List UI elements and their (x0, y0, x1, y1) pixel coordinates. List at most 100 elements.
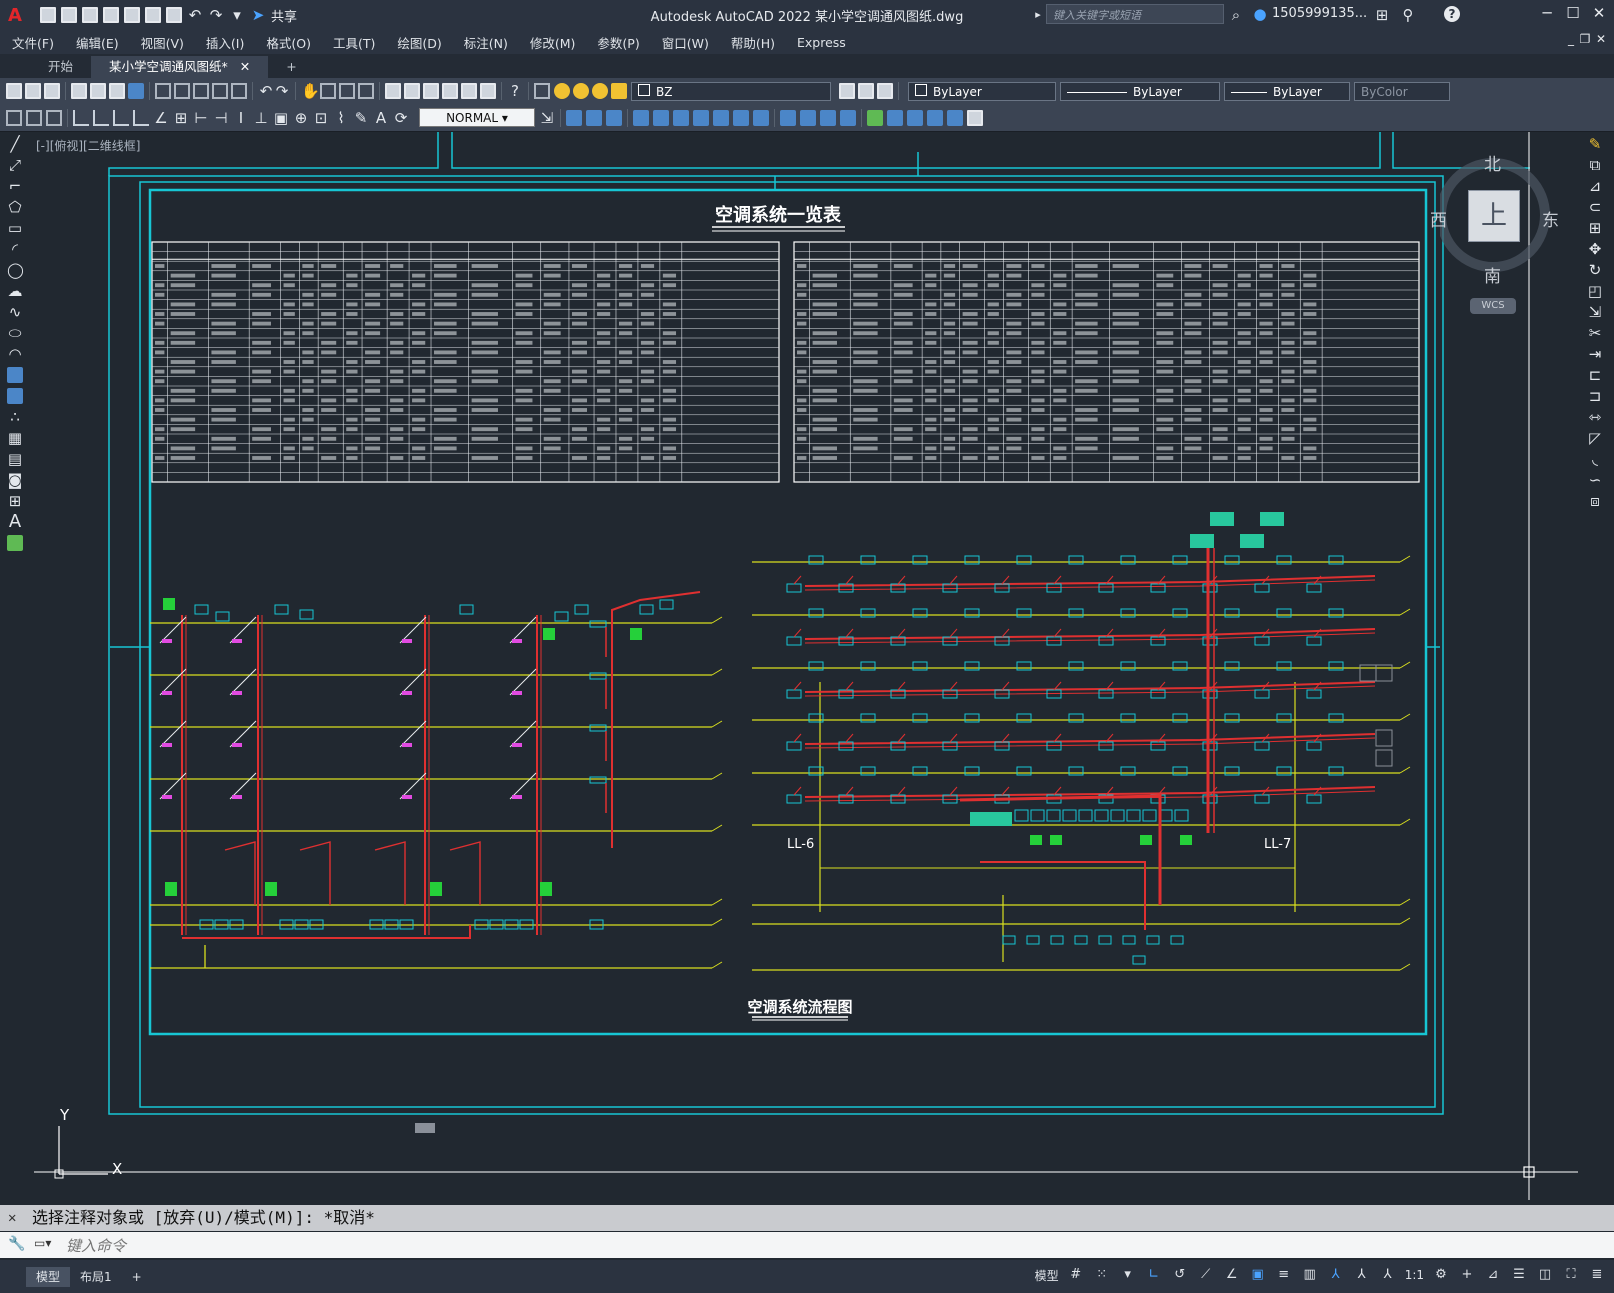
share-icon[interactable]: ➤ (250, 7, 266, 23)
tab-close-icon[interactable]: ✕ (240, 59, 250, 74)
web-mobile-icon[interactable] (124, 7, 140, 23)
minimize-button[interactable]: ─ (1536, 4, 1558, 24)
dim-angular-icon[interactable]: ∠ (153, 110, 169, 126)
explode-tool-icon[interactable]: ⧈ (1587, 493, 1603, 509)
maximize-button[interactable]: ☐ (1562, 4, 1584, 24)
save-file-icon[interactable] (44, 83, 60, 99)
close-button[interactable]: ✕ (1588, 4, 1610, 24)
share-button[interactable]: 共享 (271, 6, 297, 25)
viewcube-east[interactable]: 东 (1542, 206, 1559, 231)
plot-icon[interactable] (71, 83, 87, 99)
isodraft-icon[interactable]: ⟋ (1197, 1266, 1215, 1284)
cmd-close-icon[interactable]: ✕ (8, 1205, 16, 1231)
dim-baseline-icon[interactable]: ⊢ (193, 110, 209, 126)
auto-scale-icon[interactable]: ⅄ (1353, 1266, 1371, 1284)
layer-freeze-icon[interactable] (573, 83, 589, 99)
help-button[interactable]: ? (1444, 6, 1460, 22)
pedit-icon[interactable] (907, 109, 923, 126)
dim-diameter-icon[interactable] (133, 109, 149, 126)
blend-icon[interactable]: ∽ (1587, 472, 1603, 488)
workspace-gear-icon[interactable]: ⚙ (1432, 1266, 1450, 1284)
plot-preview-icon[interactable] (90, 83, 106, 99)
print-icon[interactable] (166, 7, 182, 23)
zoom-window-icon[interactable] (339, 83, 355, 99)
qnew-icon[interactable] (6, 83, 22, 99)
properties-icon[interactable] (385, 83, 401, 99)
annotation-visibility-icon[interactable]: ⅄ (1327, 1266, 1345, 1284)
erase-tool-icon[interactable]: ✎ (1587, 136, 1603, 152)
break-tool-icon[interactable]: ⊐ (1587, 388, 1603, 404)
chamfer-tool-icon[interactable]: ◸ (1587, 430, 1603, 446)
stretch-tool-icon[interactable]: ⇲ (1587, 304, 1603, 320)
menu-modify[interactable]: 修改(M) (530, 33, 576, 52)
command-input[interactable] (64, 1235, 1598, 1257)
tolerance-icon[interactable]: ▣ (273, 110, 289, 126)
lineweight-icon[interactable]: ≡ (1275, 1266, 1293, 1284)
wcs-menu[interactable]: WCS (1470, 298, 1516, 314)
menu-dimension[interactable]: 标注(N) (464, 33, 508, 52)
publish-web-icon[interactable] (128, 83, 144, 99)
app-logo[interactable]: A (8, 5, 32, 26)
plus-icon[interactable]: + (1458, 1266, 1476, 1284)
open-icon[interactable] (61, 7, 77, 23)
save-as-icon[interactable] (103, 7, 119, 23)
user-icon[interactable]: ● (1252, 6, 1268, 22)
dim-arc-icon[interactable] (46, 109, 62, 126)
dim-aligned-icon[interactable] (26, 109, 42, 126)
array-icon[interactable] (653, 109, 669, 126)
cart-icon[interactable]: ⊞ (1374, 7, 1390, 23)
object-snap-icon[interactable]: ▣ (1249, 1266, 1267, 1284)
erase-icon[interactable] (566, 109, 582, 126)
plotstyle-dropdown[interactable]: ByColor (1354, 81, 1450, 101)
add-layout-button[interactable]: + (122, 1267, 152, 1287)
units-icon[interactable]: ⊿ (1484, 1266, 1502, 1284)
layer-previous-icon[interactable] (858, 83, 874, 99)
break-icon[interactable] (800, 109, 816, 126)
customize-status-icon[interactable]: ≣ (1588, 1266, 1606, 1284)
menu-draw[interactable]: 绘图(D) (397, 33, 441, 52)
search-icon[interactable]: ⌕ (1228, 7, 1244, 23)
menu-window[interactable]: 窗口(W) (662, 33, 709, 52)
dim-edit-icon[interactable]: ✎ (353, 110, 369, 126)
mirror-icon[interactable] (606, 109, 622, 126)
layout-tab-model[interactable]: 模型 (26, 1266, 71, 1287)
join-tool-icon[interactable]: ⇿ (1587, 409, 1603, 425)
menu-parametric[interactable]: 参数(P) (597, 33, 639, 52)
dim-update-icon[interactable]: ⟳ (393, 110, 409, 126)
scale-tool-icon[interactable]: ◰ (1587, 283, 1603, 299)
tab-drawing[interactable]: 某小学空调通风图纸* ✕ (91, 56, 269, 78)
layer-properties-icon[interactable] (534, 83, 550, 99)
viewcube[interactable]: 北 西 东 南 上 WCS (1430, 152, 1559, 322)
rotate-icon[interactable] (693, 109, 709, 126)
new-tab-button[interactable]: + (268, 56, 314, 78)
trim-icon[interactable] (753, 109, 769, 126)
lengthen-icon[interactable] (947, 109, 963, 126)
user-account[interactable]: 1505999135... (1272, 6, 1367, 21)
zoom-previous-icon[interactable] (358, 83, 374, 99)
dim-jogged-icon[interactable] (113, 109, 129, 126)
graphics-icon[interactable]: ◫ (1536, 1266, 1554, 1284)
dim-text-edit-icon[interactable]: A (373, 110, 389, 126)
dropdown-arrow-icon[interactable]: ▾ (229, 7, 245, 23)
redo-icon[interactable]: ↷ (208, 7, 224, 23)
move-icon[interactable] (673, 109, 689, 126)
calculator-icon[interactable] (480, 83, 496, 99)
zoom-realtime-icon[interactable] (320, 83, 336, 99)
linetype-dropdown[interactable]: ByLayer (1060, 81, 1220, 101)
chamfer-icon[interactable] (840, 109, 856, 126)
cmd-customize-icon[interactable]: 🔧 (8, 1236, 25, 1252)
dimstyle-manager-icon[interactable]: ⇲ (539, 110, 555, 126)
markup-icon[interactable] (461, 83, 477, 99)
menu-format[interactable]: 格式(O) (266, 33, 311, 52)
break-point-icon[interactable]: ⊏ (1587, 367, 1603, 383)
lineweight-dropdown[interactable]: ByLayer (1224, 81, 1350, 101)
array-tool-icon[interactable]: ⊞ (1587, 220, 1603, 236)
a360-icon[interactable]: ⚲ (1400, 7, 1416, 23)
menu-insert[interactable]: 插入(I) (206, 33, 244, 52)
copy-icon[interactable] (174, 83, 190, 99)
dim-linear-icon[interactable] (6, 109, 22, 126)
new-icon[interactable] (40, 7, 56, 23)
tab-start[interactable]: 开始 (30, 56, 91, 78)
menu-file[interactable]: 文件(F) (12, 33, 54, 52)
dim-break-icon[interactable]: ⊥ (253, 110, 269, 126)
